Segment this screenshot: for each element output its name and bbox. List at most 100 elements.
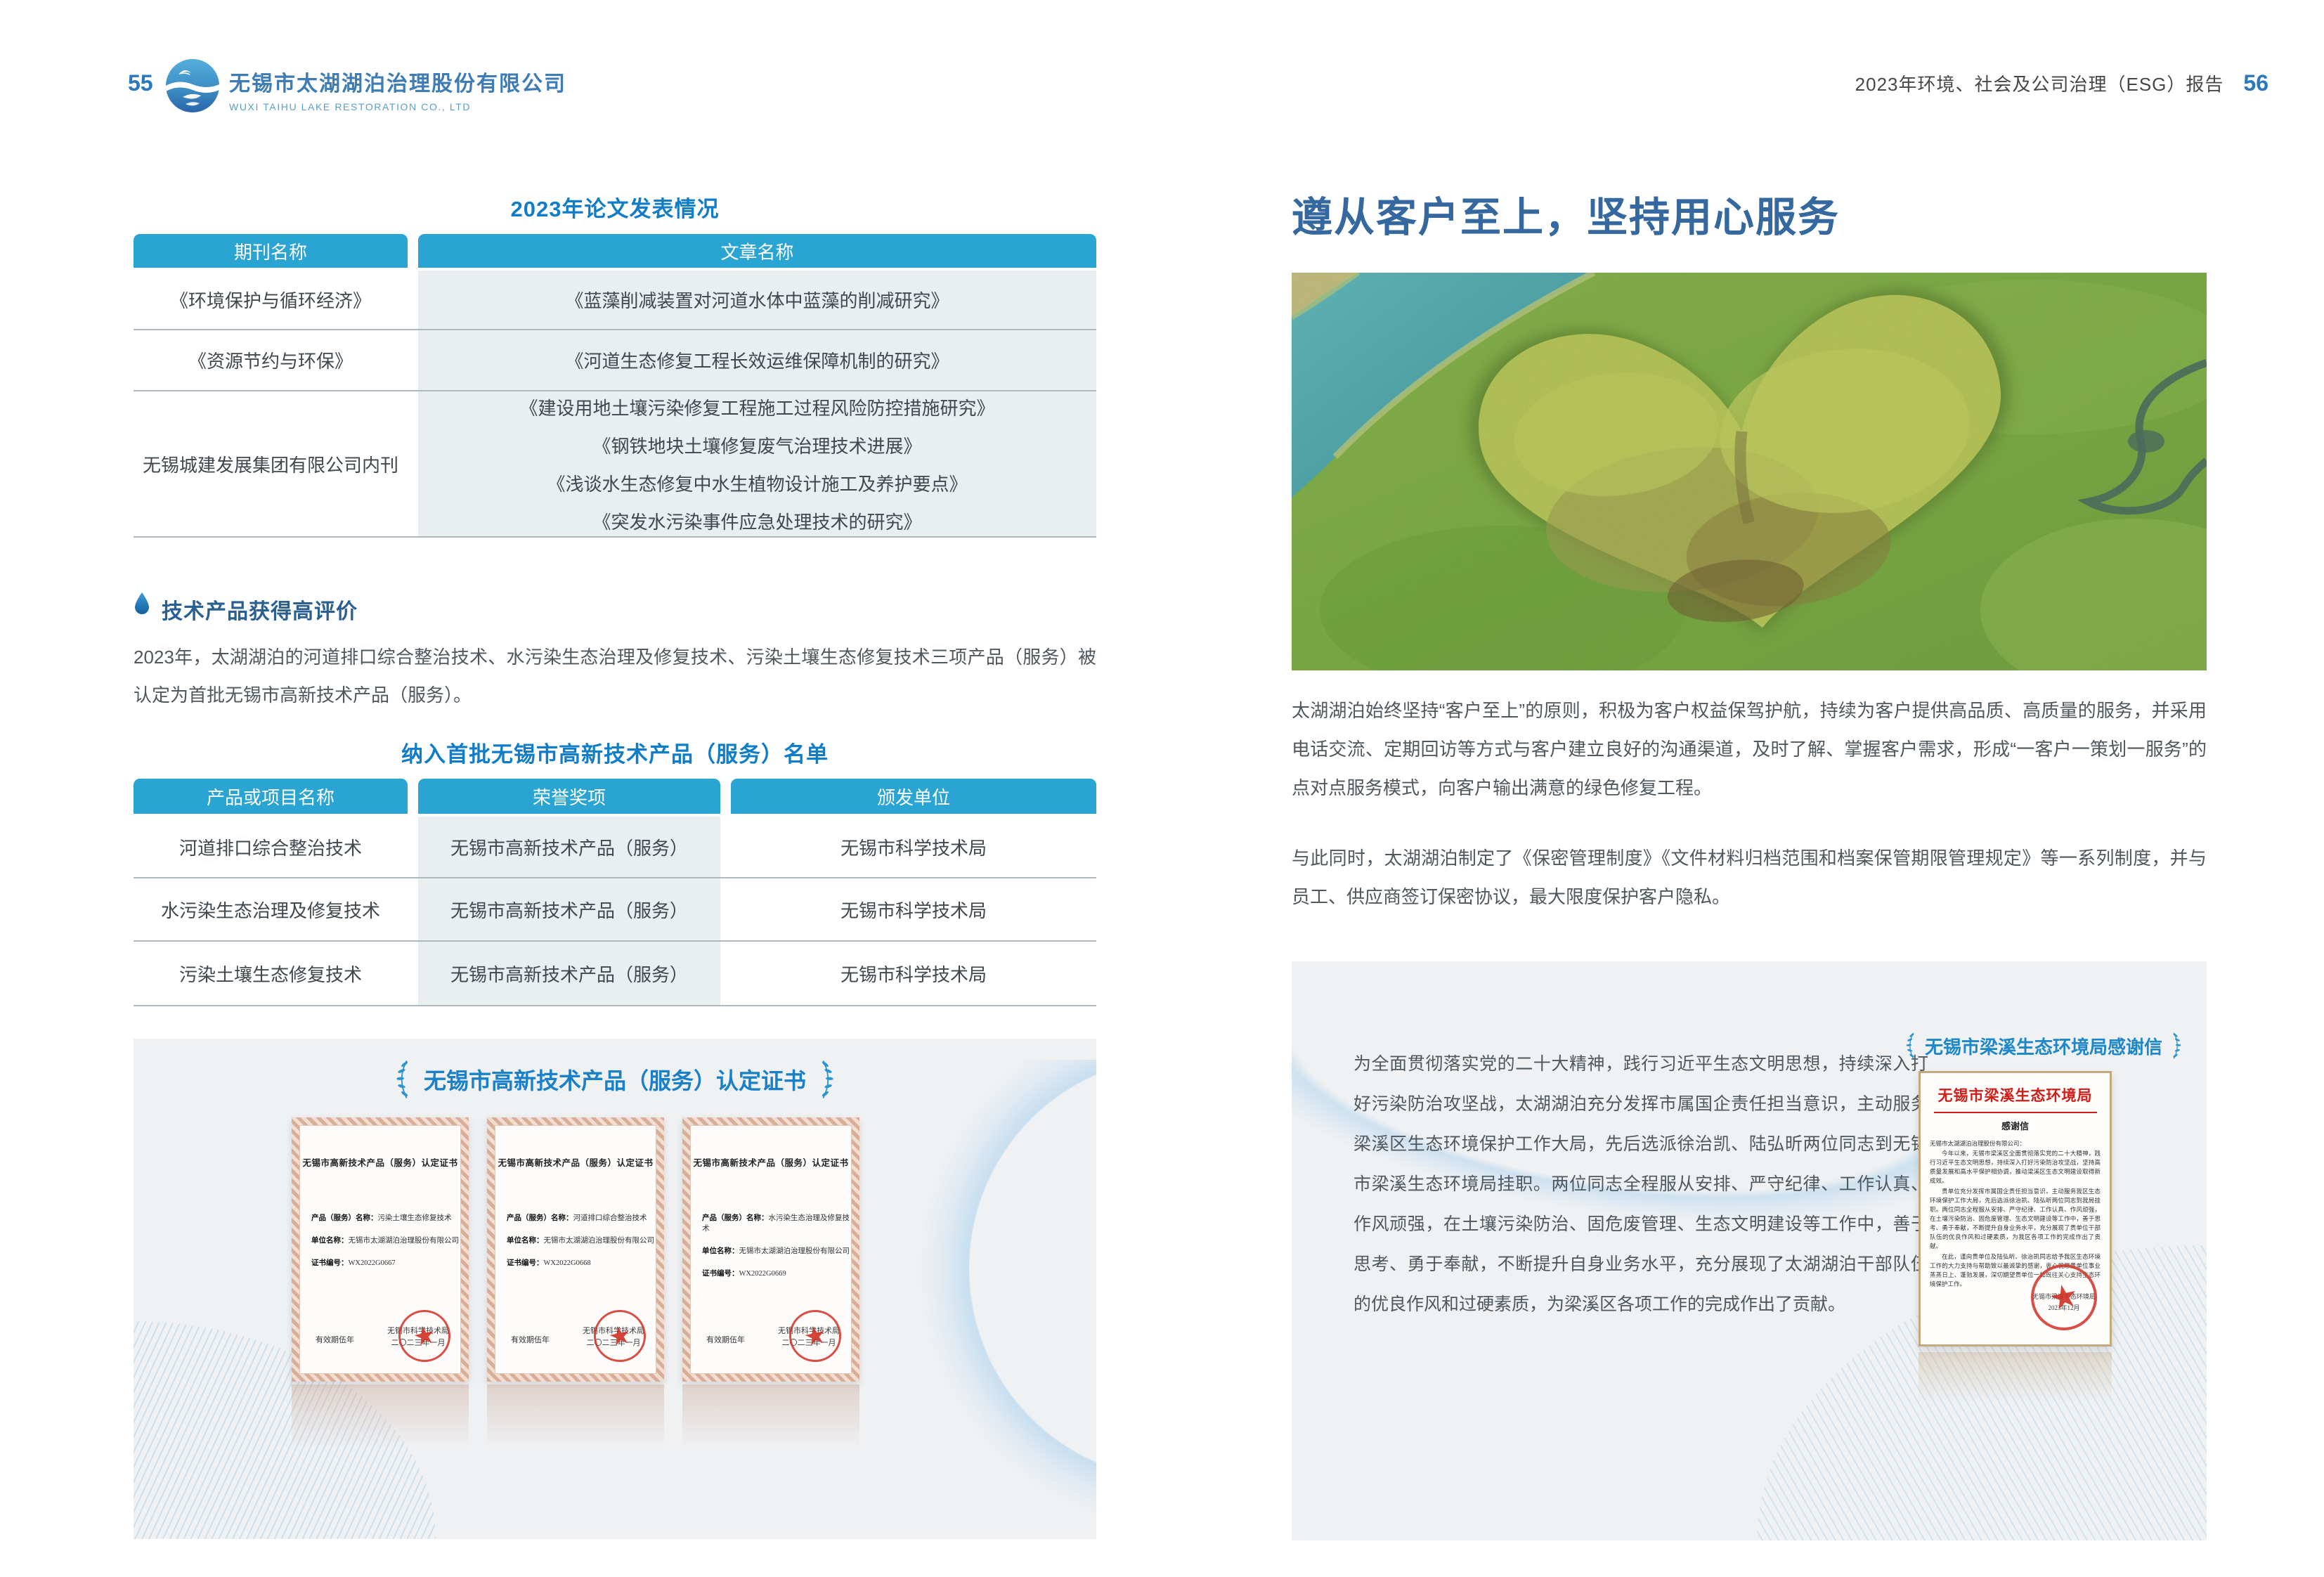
column-gap [720,942,731,1005]
field-value: 河道排口综合整治技术 [573,1214,647,1222]
hightech-table-title: 纳入首批无锡市高新技术产品（服务）名单 [134,736,1096,768]
field-label: 单位名称： [507,1236,544,1245]
column-gap [720,878,731,940]
field-value: 污染土壤生态修复技术 [378,1214,452,1222]
issuer-cell: 无锡市科学技术局 [731,817,1096,877]
official-seal-icon: ★ [589,1305,651,1367]
column-gap [408,878,418,940]
certificate-number: 证书编号：WX2022G0667 [311,1257,460,1268]
field-value: 无锡市太湖湖泊治理股份有限公司 [349,1237,460,1245]
award-cell: 无锡市高新技术产品（服务） [418,878,720,940]
column-gap [408,391,418,536]
page-spread: 55 无锡市太湖湖泊治理股份有限公司 WUXI TAIHU LAKE RESTO… [0,0,2324,1577]
article-cell: 《河道生态修复工程长效运维保障机制的研究》 [418,330,1096,390]
column-gap [408,817,418,877]
papers-table-title: 2023年论文发表情况 [134,191,1096,223]
table-row: 《环境保护与循环经济》 《蓝藻削减装置对河道水体中蓝藻的削减研究》 [134,271,1096,329]
certificate-panel: 无锡市高新技术产品（服务）认定证书 无锡市高新技术产品（服务）认定证书 产品（服… [134,1039,1096,1539]
certificate-title: 无锡市高新技术产品（服务）认定证书 [495,1155,656,1169]
gratitude-panel: 为全面贯彻落实党的二十大精神，践行习近平生态文明思想，持续深入打好污染防治攻坚战… [1292,961,2207,1540]
field-label: 证书编号： [311,1259,349,1267]
issuer-cell: 无锡市科学技术局 [731,942,1096,1005]
laurel-right-icon [2171,1032,2183,1060]
letter-label: 无锡市梁溪生态环境局感谢信 [1896,1032,2191,1060]
letter-body-paragraph: 贵单位充分发挥市属国企责任担当意识，主动服务我区生态环境保护工作大局，先后选派徐… [1930,1187,2101,1251]
letter-body-paragraph: 今年以来，无锡市梁溪区全面贯彻落实党的二十大精神，践行习近平生态文明思想，持续深… [1930,1149,2101,1186]
certificate-number: 证书编号：WX2022G0668 [507,1257,656,1268]
company-name-cn: 无锡市太湖湖泊治理股份有限公司 [229,66,566,97]
article-line: 《建设用地土壤污染修复工程施工过程风险防控措施研究》 [418,394,1096,420]
field-label: 证书编号： [507,1259,544,1267]
field-label: 单位名称： [702,1247,739,1255]
article-cell: 《蓝藻削减装置对河道水体中蓝藻的削减研究》 [418,271,1096,329]
table-row: 污染土壤生态修复技术 无锡市高新技术产品（服务） 无锡市科学技术局 [134,942,1096,1005]
company-name-en: WUXI TAIHU LAKE RESTORATION CO., LTD [229,101,566,112]
certificate: 无锡市高新技术产品（服务）认定证书 产品（服务）名称：水污染生态治理及修复技术 … [682,1117,859,1382]
table-bottom-divider [134,536,1096,538]
hightech-col-product: 产品或项目名称 [134,779,408,814]
hightech-table-header: 产品或项目名称 荣誉奖项 颁发单位 [134,779,1096,814]
certificate-product: 产品（服务）名称：水污染生态治理及修复技术 [702,1212,851,1233]
field-label: 产品（服务）名称： [702,1214,769,1222]
award-cell: 无锡市高新技术产品（服务） [418,942,720,1005]
column-gap [408,271,418,329]
report-title: 2023年环境、社会及公司治理（ESG）报告 [1855,70,2224,96]
certificate-company: 单位名称：无锡市太湖湖泊治理股份有限公司 [311,1235,460,1245]
laurel-left-icon [1904,1032,1916,1060]
official-seal-icon: ★ [784,1305,846,1367]
field-value: 无锡市太湖湖泊治理股份有限公司 [739,1247,850,1255]
certificate-validity: 有效期伍年 [706,1334,745,1345]
field-value: WX2022G0668 [544,1259,591,1267]
certificate-reflection [487,1384,664,1465]
journal-cell: 无锡城建发展集团有限公司内刊 [134,391,408,536]
certificate-validity: 有效期伍年 [316,1334,354,1345]
certificate-company: 单位名称：无锡市太湖湖泊治理股份有限公司 [702,1245,851,1256]
field-label: 产品（服务）名称： [311,1214,378,1222]
laurel-right-icon [819,1059,837,1100]
letter-reflection [1919,1352,2112,1415]
letter-title: 感谢信 [1930,1119,2101,1132]
company-logo-icon [164,58,221,114]
column-gap [408,330,418,390]
journal-cell: 《环境保护与循环经济》 [134,271,408,329]
paragraph-2: 与此同时，太湖湖泊制定了《保密管理制度》《文件材料归档范围和档案保管期限管理规定… [1292,839,2207,916]
product-cell: 河道排口综合整治技术 [134,817,408,877]
gratitude-letter: 无锡市梁溪生态环境局 感谢信 无锡市太湖湖泊治理股份有限公司： 今年以来，无锡市… [1919,1071,2112,1346]
table-row: 河道排口综合整治技术 无锡市高新技术产品（服务） 无锡市科学技术局 [134,817,1096,877]
field-label: 证书编号： [702,1269,739,1278]
header-right: 2023年环境、社会及公司治理（ESG）报告 56 [1855,70,2268,96]
certificate: 无锡市高新技术产品（服务）认定证书 产品（服务）名称：污染土壤生态修复技术 单位… [292,1117,469,1382]
table-row: 《资源节约与环保》 《河道生态修复工程长效运维保障机制的研究》 [134,330,1096,390]
certificate-reflection [682,1384,859,1465]
hightech-col-issuer: 颁发单位 [731,779,1096,814]
journal-cell: 《资源节约与环保》 [134,330,408,390]
field-value: WX2022G0669 [739,1270,786,1278]
certificate-title: 无锡市高新技术产品（服务）认定证书 [300,1155,460,1169]
certificate-panel-title-text: 无锡市高新技术产品（服务）认定证书 [424,1063,806,1096]
column-gap [408,942,418,1005]
article-line: 《钢铁地块土壤修复废气治理技术进展》 [418,432,1096,458]
article-line: 《突发水污染事件应急处理技术的研究》 [418,508,1096,534]
letter-salutation: 无锡市太湖湖泊治理股份有限公司： [1930,1139,2101,1148]
page-number-right: 56 [2243,70,2268,96]
certificate-product: 产品（服务）名称：河道排口综合整治技术 [507,1212,656,1223]
column-gap [408,779,418,814]
certificate-reflection [292,1384,469,1465]
papers-col-journal: 期刊名称 [134,234,408,268]
certificate-panel-title: 无锡市高新技术产品（服务）认定证书 [134,1060,1096,1099]
paragraph-1: 太湖湖泊始终坚持“客户至上”的原则，积极为客户权益保驾护航，持续为客户提供高品质… [1292,692,2207,807]
letter-divider [1934,1112,2097,1113]
table-row: 水污染生态治理及修复技术 无锡市高新技术产品（服务） 无锡市科学技术局 [134,878,1096,940]
issuer-cell: 无锡市科学技术局 [731,878,1096,940]
article-cell-multi: 《建设用地土壤污染修复工程施工过程风险防控措施研究》 《钢铁地块土壤修复废气治理… [418,391,1096,536]
letter-label-text: 无锡市梁溪生态环境局感谢信 [1925,1033,2162,1059]
page-headline: 遵从客户至上，坚持用心服务 [1292,184,1840,243]
papers-table-body: 《环境保护与循环经济》 《蓝藻削减装置对河道水体中蓝藻的削减研究》 《资源节约与… [134,271,1096,538]
water-drop-icon [134,592,150,616]
tech-section-title: 技术产品获得高评价 [162,594,358,625]
certificate: 无锡市高新技术产品（服务）认定证书 产品（服务）名称：河道排口综合整治技术 单位… [487,1117,664,1382]
certificate-number: 证书编号：WX2022G0669 [702,1268,851,1278]
column-gap [408,234,418,268]
certificate-product: 产品（服务）名称：污染土壤生态修复技术 [311,1212,460,1223]
papers-col-article: 文章名称 [418,234,1096,268]
